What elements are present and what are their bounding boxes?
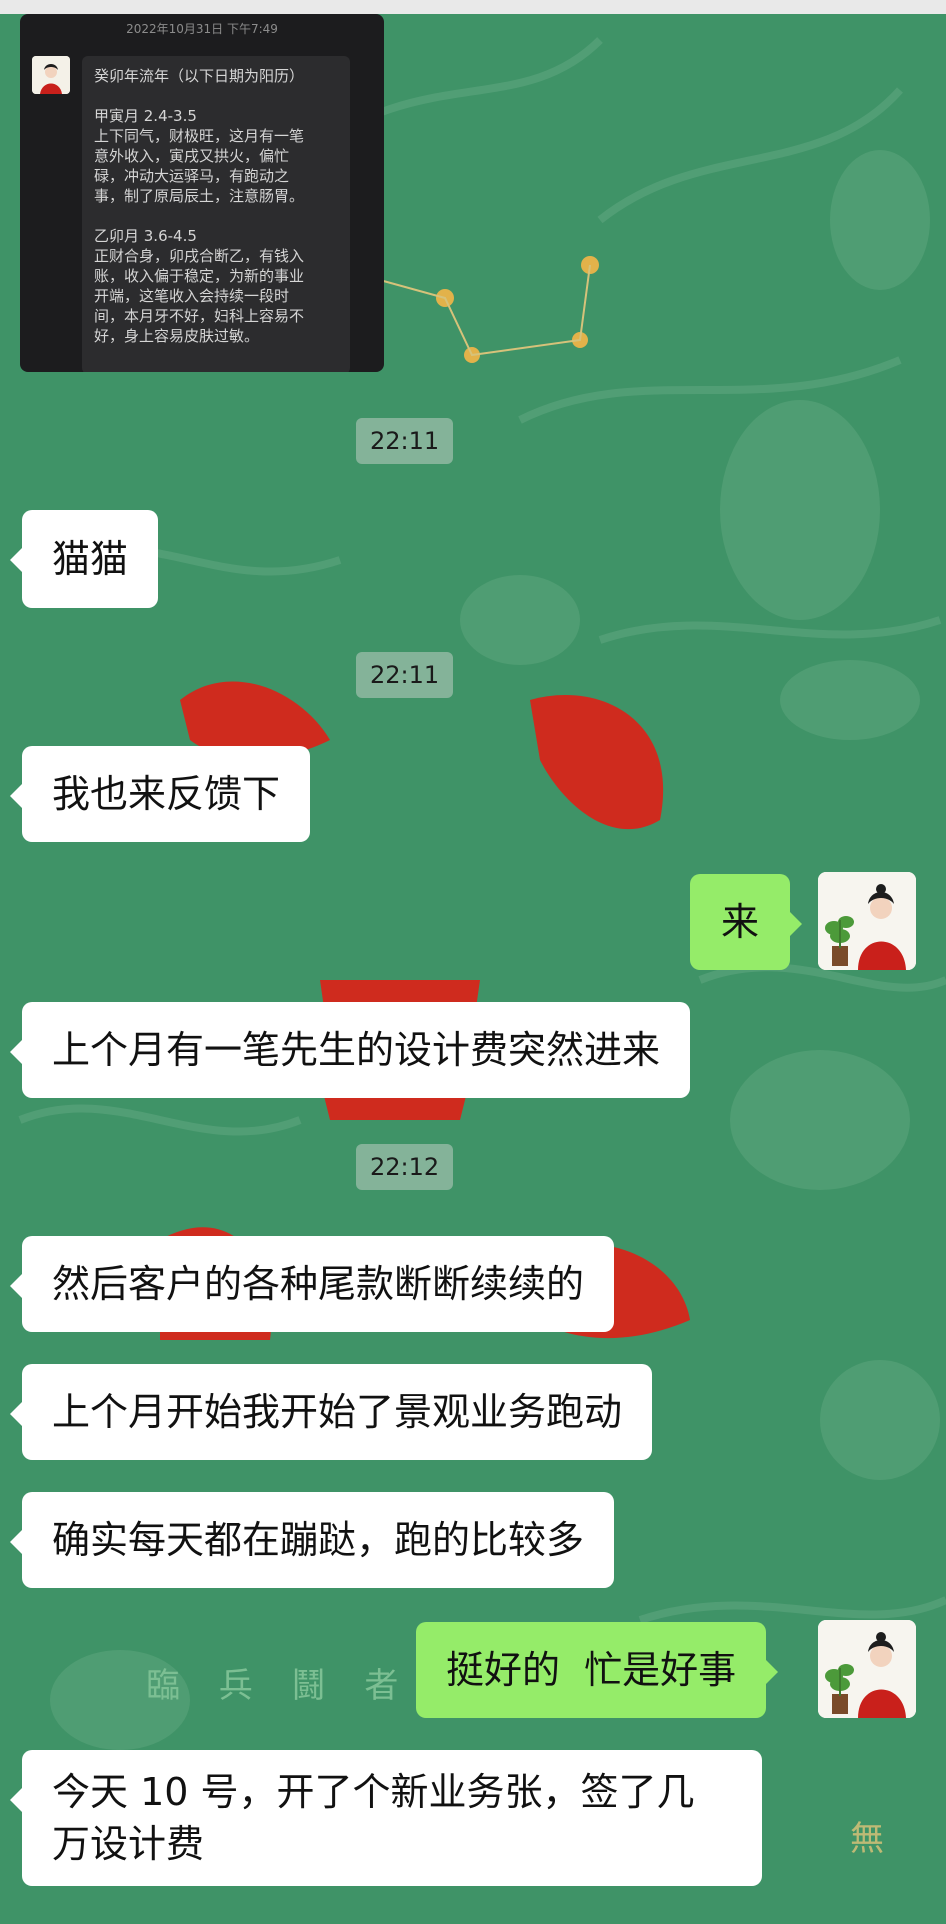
screenshot-line: 好，身上容易皮肤过敏。 bbox=[94, 327, 260, 345]
status-bar-strip bbox=[0, 0, 946, 14]
incoming-message-bubble[interactable]: 然后客户的各种尾款断断续续的 bbox=[9, 1236, 615, 1332]
incoming-message-bubble[interactable]: 我也来反馈下 bbox=[9, 746, 311, 842]
screenshot-line: 上下同气，财极旺，这月有一笔 bbox=[94, 127, 305, 145]
screenshot-timestamp: 2022年10月31日 下午7:49 bbox=[126, 22, 278, 36]
screenshot-line: 开端，这笔收入会持续一段时 bbox=[94, 287, 290, 305]
screenshot-line: 间，本月牙不好，妇科上容易不 bbox=[94, 307, 305, 325]
incoming-message-bubble[interactable]: 猫猫 bbox=[9, 510, 159, 608]
screenshot-line: 账，收入偏于稳定，为新的事业 bbox=[94, 267, 305, 285]
avatar-portrait-icon bbox=[818, 872, 916, 970]
message-timestamp: 22:12 bbox=[356, 1144, 454, 1190]
outgoing-message-bubble[interactable]: 挺好的 忙是好事 bbox=[416, 1622, 779, 1718]
incoming-message-bubble[interactable]: 确实每天都在蹦跶，跑的比较多 bbox=[9, 1492, 615, 1588]
message-timestamp: 22:11 bbox=[356, 418, 454, 464]
avatar-portrait-icon bbox=[818, 1620, 916, 1718]
screenshot-line: 事，制了原局辰土，注意肠胃。 bbox=[94, 187, 305, 205]
user-avatar[interactable] bbox=[818, 1620, 916, 1718]
screenshot-line: 碌，冲动大运驿马，有跑动之 bbox=[94, 167, 290, 185]
incoming-message-bubble[interactable]: 上个月开始我开始了景观业务跑动 bbox=[9, 1364, 653, 1460]
screenshot-line: 正财合身，卯戌合断乙，有钱入 bbox=[94, 247, 305, 265]
screenshot-line: 意外收入，寅戌又拱火，偏忙 bbox=[94, 147, 290, 165]
message-timestamp: 22:11 bbox=[356, 652, 454, 698]
screenshot-message-bubble: 癸卯年流年（以下日期为阳历） 甲寅月 2.4-3.5 上下同气，财极旺，这月有一… bbox=[82, 56, 350, 372]
incoming-message-bubble[interactable]: 今天 10 号，开了个新业务张，签了几万设计费 bbox=[10, 1750, 762, 1886]
screenshot-line: 乙卯月 3.6-4.5 bbox=[94, 227, 197, 245]
incoming-message-bubble[interactable]: 上个月有一笔先生的设计费突然进来 bbox=[9, 1002, 691, 1098]
screenshot-line: 癸卯年流年（以下日期为阳历） bbox=[94, 67, 305, 85]
svg-text:無: 無 bbox=[850, 1819, 884, 1859]
user-avatar[interactable] bbox=[818, 872, 916, 970]
screenshot-line: 甲寅月 2.4-3.5 bbox=[94, 107, 197, 125]
forwarded-screenshot-image[interactable]: 2022年10月31日 下午7:49 癸卯年流年（以下日期为阳历） 甲寅月 2.… bbox=[20, 14, 384, 372]
screenshot-avatar bbox=[32, 56, 70, 94]
outgoing-message-bubble[interactable]: 来 bbox=[690, 874, 802, 970]
